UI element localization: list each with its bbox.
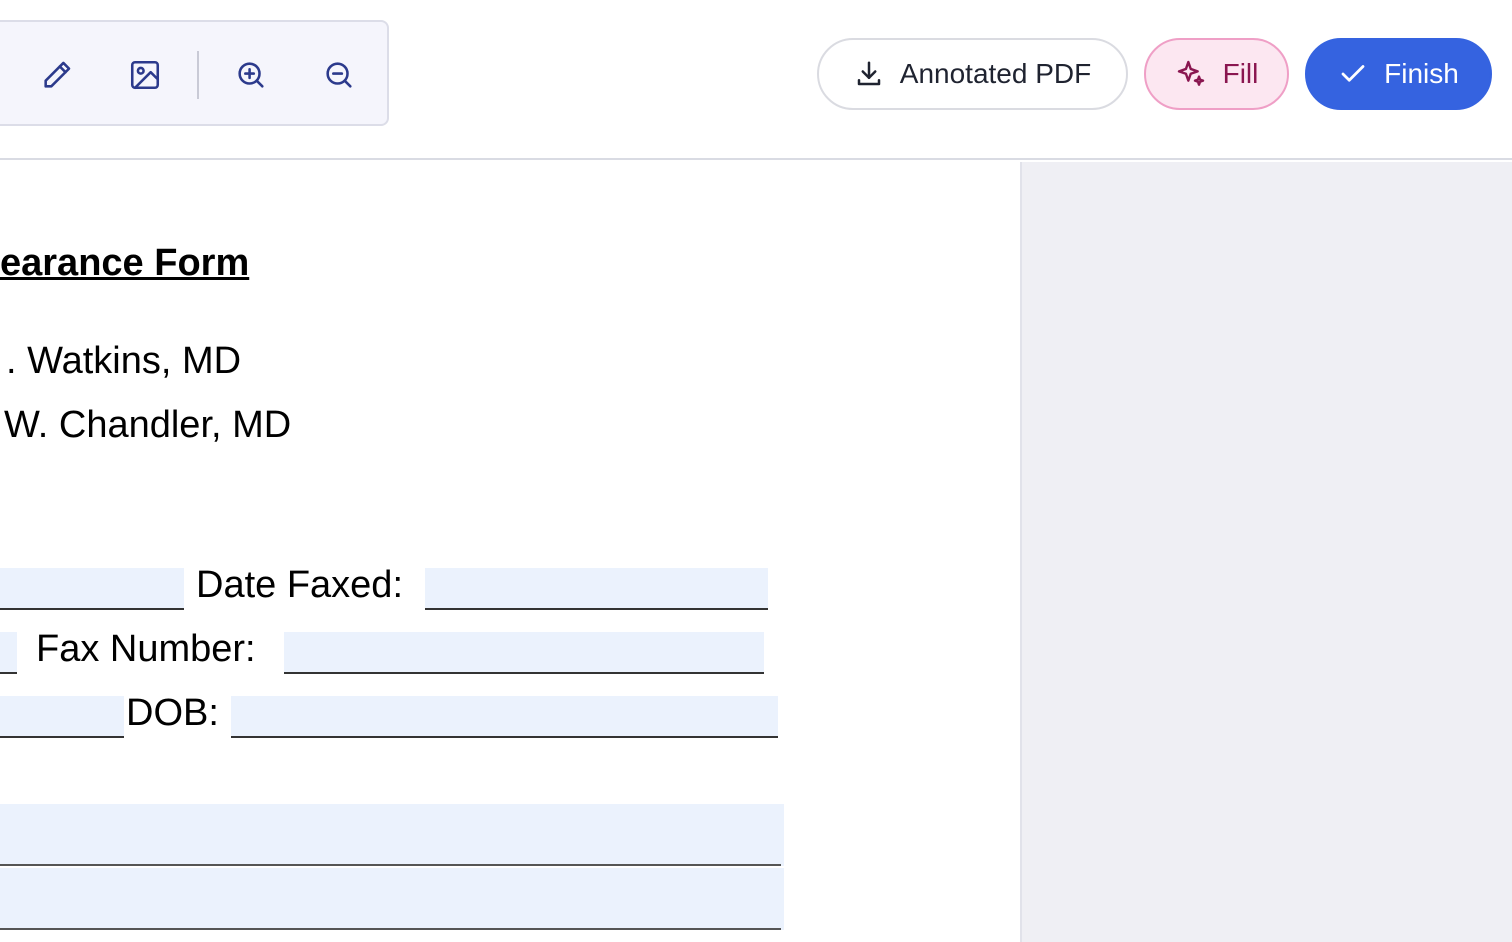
right-panel [1020, 162, 1512, 942]
phone-field-partial[interactable] [0, 632, 17, 674]
zoom-out-icon [326, 62, 352, 88]
zoom-out-button[interactable] [315, 51, 363, 99]
notes-field-2[interactable] [0, 868, 784, 930]
doctor-line-2: W. Chandler, MD [4, 404, 292, 446]
document-title: earance Form [0, 242, 250, 284]
date-faxed-field[interactable] [425, 568, 768, 610]
dob-label: DOB: [126, 692, 219, 734]
document-page: earance Form . Watkins, MD W. Chandler, … [0, 162, 1020, 942]
sparkle-icon [1177, 60, 1204, 86]
zoom-in-icon [238, 62, 264, 88]
top-bar: Annotated PDF Fill Finish [0, 0, 1512, 160]
notes-field-1[interactable] [0, 804, 784, 866]
pencil-tool-button[interactable] [33, 51, 81, 99]
date-faxed-label: Date Faxed: [196, 564, 403, 606]
finish-label: Finish [1384, 58, 1459, 89]
doctor-line-1: . Watkins, MD [6, 340, 242, 382]
fax-number-label: Fax Number: [36, 628, 256, 670]
fax-number-field[interactable] [284, 632, 764, 674]
notes-line-2 [0, 928, 781, 930]
zoom-in-button[interactable] [227, 51, 275, 99]
patient-name-field-partial[interactable] [0, 696, 124, 738]
finish-button[interactable]: Finish [1305, 38, 1492, 110]
check-icon [1341, 65, 1365, 82]
annotation-toolbar [0, 20, 389, 126]
toolbar-separator [197, 51, 199, 99]
annotated-pdf-label: Annotated PDF [899, 58, 1092, 89]
date-field-partial[interactable] [0, 568, 184, 610]
annotated-pdf-button[interactable]: Annotated PDF [817, 38, 1128, 110]
image-tool-button[interactable] [121, 51, 169, 99]
fill-button[interactable]: Fill [1144, 38, 1289, 110]
fill-label: Fill [1222, 58, 1259, 89]
download-icon [857, 61, 881, 86]
dob-field[interactable] [231, 696, 778, 738]
image-icon [130, 60, 160, 90]
notes-line-1 [0, 864, 781, 866]
pencil-icon [44, 61, 71, 88]
